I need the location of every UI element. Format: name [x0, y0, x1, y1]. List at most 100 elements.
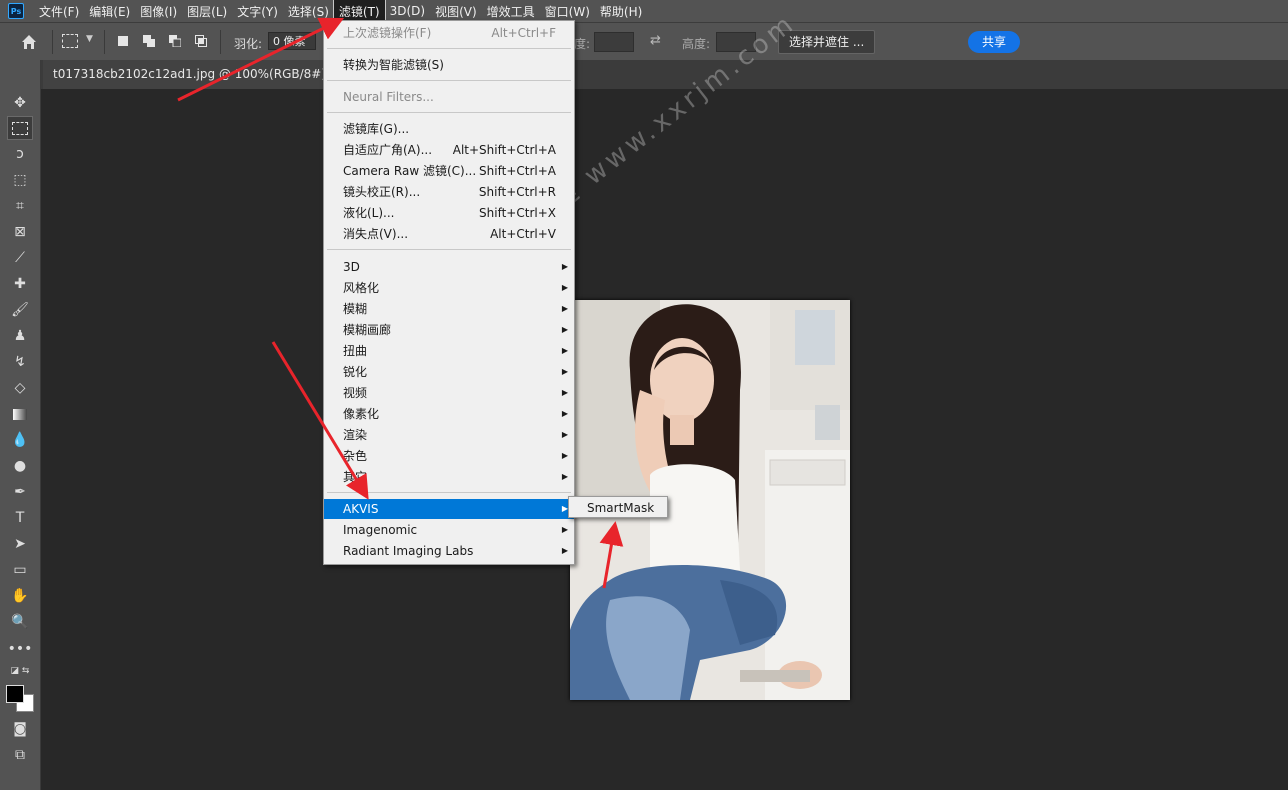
- menu-item-filter-gallery[interactable]: 滤镜库(G)...: [324, 119, 574, 139]
- submenu-arrow-icon: ▶: [561, 546, 568, 555]
- akvis-submenu: SmartMask: [568, 496, 668, 518]
- dodge-tool-icon[interactable]: ●: [8, 455, 32, 477]
- submenu-arrow-icon: ▶: [561, 388, 568, 397]
- quick-mask-icon[interactable]: ◙: [8, 718, 32, 740]
- submenu-arrow-icon: ▶: [561, 325, 568, 334]
- menu-item-camera-raw[interactable]: Camera Raw 滤镜(C)... Shift+Ctrl+A: [324, 161, 574, 181]
- menu-separator: [327, 112, 571, 113]
- rectangle-tool-icon[interactable]: ▭: [8, 559, 32, 581]
- foreground-color-swatch[interactable]: [6, 685, 24, 703]
- intersect-selection-icon[interactable]: [195, 35, 207, 47]
- menu-bar: Ps 文件(F) 编辑(E) 图像(I) 图层(L) 文字(Y) 选择(S) 滤…: [0, 0, 1288, 24]
- menu-file[interactable]: 文件(F): [34, 0, 84, 23]
- share-button[interactable]: 共享: [968, 31, 1020, 53]
- submenu-arrow-icon: ▶: [561, 304, 568, 313]
- subtract-selection-icon[interactable]: [169, 35, 181, 47]
- menu-separator: [327, 48, 571, 49]
- tools-panel: ✥ ↄ ⬚ ⌗ ⊠ ⟋ ✚ 🖌 ♟ ↯ ◇ 💧 ● ✒ T ➤ ▭ ✋ 🔍 ••…: [0, 60, 41, 790]
- height-input[interactable]: [716, 32, 756, 52]
- zoom-tool-icon[interactable]: 🔍: [8, 611, 32, 633]
- home-icon[interactable]: [20, 33, 38, 51]
- menu-separator: [327, 249, 571, 250]
- document-tab-title: t017318cb2102c12ad1.jpg @ 100%(RGB/8#): [53, 67, 327, 81]
- divider: [220, 30, 221, 54]
- submenu-arrow-icon: ▶: [561, 451, 568, 460]
- menu-item-sharpen[interactable]: 锐化 ▶: [324, 362, 574, 382]
- marquee-tool-icon[interactable]: [7, 116, 33, 140]
- menu-type[interactable]: 文字(Y): [232, 0, 283, 23]
- blur-tool-icon[interactable]: 💧: [8, 429, 32, 451]
- pen-tool-icon[interactable]: ✒: [8, 481, 32, 503]
- menu-item-noise[interactable]: 杂色 ▶: [324, 446, 574, 466]
- gradient-tool-icon[interactable]: [8, 403, 32, 425]
- submenu-arrow-icon: ▶: [561, 409, 568, 418]
- menu-separator: [327, 492, 571, 493]
- height-label: 高度:: [682, 37, 711, 51]
- submenu-arrow-icon: ▶: [561, 367, 568, 376]
- path-selection-tool-icon[interactable]: ➤: [8, 533, 32, 555]
- screen-mode-icon[interactable]: ⧉: [8, 744, 32, 766]
- chevron-down-icon[interactable]: ▼: [86, 34, 93, 44]
- menu-item-akvis[interactable]: AKVIS ▶: [324, 499, 574, 519]
- eraser-tool-icon[interactable]: ◇: [8, 377, 32, 399]
- options-bar: ▼ 羽化: 0 像素 度: ⇄ 高度: 选择并遮住 ... 共享: [0, 22, 1288, 61]
- object-selection-tool-icon[interactable]: ⬚: [8, 169, 32, 191]
- menu-image[interactable]: 图像(I): [135, 0, 182, 23]
- submenu-arrow-icon: ▶: [561, 346, 568, 355]
- menu-item-liquify[interactable]: 液化(L)... Shift+Ctrl+X: [324, 203, 574, 223]
- eyedropper-tool-icon[interactable]: ⟋: [8, 247, 32, 269]
- hand-tool-icon[interactable]: ✋: [8, 585, 32, 607]
- menu-item-other[interactable]: 其它 ▶: [324, 467, 574, 487]
- menu-item-stylize[interactable]: 风格化 ▶: [324, 278, 574, 298]
- photoshop-logo-icon: Ps: [8, 3, 24, 19]
- submenu-arrow-icon: ▶: [561, 472, 568, 481]
- frame-tool-icon[interactable]: ⊠: [8, 221, 32, 243]
- default-colors-icon[interactable]: ◪ ⇆: [8, 660, 32, 682]
- width-label: 度:: [574, 37, 591, 51]
- select-and-mask-button[interactable]: 选择并遮住 ...: [778, 30, 876, 54]
- menu-item-radiant-imaging-labs[interactable]: Radiant Imaging Labs ▶: [324, 541, 574, 561]
- menu-item-convert-smart-filters[interactable]: 转换为智能滤镜(S): [324, 55, 574, 75]
- lasso-tool-icon[interactable]: ↄ: [8, 143, 32, 165]
- menu-item-imagenomic[interactable]: Imagenomic ▶: [324, 520, 574, 540]
- menu-item-distort[interactable]: 扭曲 ▶: [324, 341, 574, 361]
- swap-icon[interactable]: ⇄: [650, 33, 661, 48]
- new-selection-icon[interactable]: [117, 35, 129, 47]
- menu-separator: [327, 80, 571, 81]
- add-selection-icon[interactable]: [143, 35, 155, 47]
- menu-layer[interactable]: 图层(L): [182, 0, 232, 23]
- type-tool-icon[interactable]: T: [8, 507, 32, 529]
- menu-edit[interactable]: 编辑(E): [84, 0, 135, 23]
- menu-item-video[interactable]: 视频 ▶: [324, 383, 574, 403]
- history-brush-tool-icon[interactable]: ↯: [8, 351, 32, 373]
- feather-input[interactable]: 0 像素: [268, 32, 316, 50]
- menu-item-render[interactable]: 渲染 ▶: [324, 425, 574, 445]
- menu-item-vanishing-point[interactable]: 消失点(V)... Alt+Ctrl+V: [324, 224, 574, 244]
- brush-tool-icon[interactable]: 🖌: [8, 299, 32, 321]
- menu-item-blur[interactable]: 模糊 ▶: [324, 299, 574, 319]
- width-input[interactable]: [594, 32, 634, 52]
- crop-tool-icon[interactable]: ⌗: [8, 195, 32, 217]
- menu-item-lens-correction[interactable]: 镜头校正(R)... Shift+Ctrl+R: [324, 182, 574, 202]
- submenu-arrow-icon: ▶: [561, 283, 568, 292]
- menu-item-adaptive-wide-angle[interactable]: 自适应广角(A)... Alt+Shift+Ctrl+A: [324, 140, 574, 160]
- more-tools-icon[interactable]: •••: [8, 638, 33, 660]
- menu-item-last-filter: 上次滤镜操作(F) Alt+Ctrl+F: [343, 26, 556, 40]
- clone-stamp-tool-icon[interactable]: ♟: [8, 325, 32, 347]
- marquee-preset-icon[interactable]: [62, 34, 78, 48]
- menu-3d[interactable]: 3D(D): [385, 1, 430, 21]
- move-tool-icon[interactable]: ✥: [8, 92, 32, 114]
- divider: [52, 30, 53, 54]
- menu-item-smartmask[interactable]: SmartMask: [587, 501, 654, 515]
- submenu-arrow-icon: ▶: [561, 525, 568, 534]
- healing-brush-tool-icon[interactable]: ✚: [8, 273, 32, 295]
- menu-help[interactable]: 帮助(H): [595, 0, 647, 23]
- menu-item-pixelate[interactable]: 像素化 ▶: [324, 404, 574, 424]
- feather-label: 羽化:: [234, 37, 263, 51]
- submenu-arrow-icon: ▶: [561, 262, 568, 271]
- document-tab[interactable]: t017318cb2102c12ad1.jpg @ 100%(RGB/8#)×: [43, 60, 356, 89]
- menu-item-neural-filters: Neural Filters...: [343, 90, 434, 104]
- submenu-arrow-icon: ▶: [561, 430, 568, 439]
- menu-item-3d[interactable]: 3D ▶: [324, 257, 574, 277]
- menu-item-blur-gallery[interactable]: 模糊画廊 ▶: [324, 320, 574, 340]
